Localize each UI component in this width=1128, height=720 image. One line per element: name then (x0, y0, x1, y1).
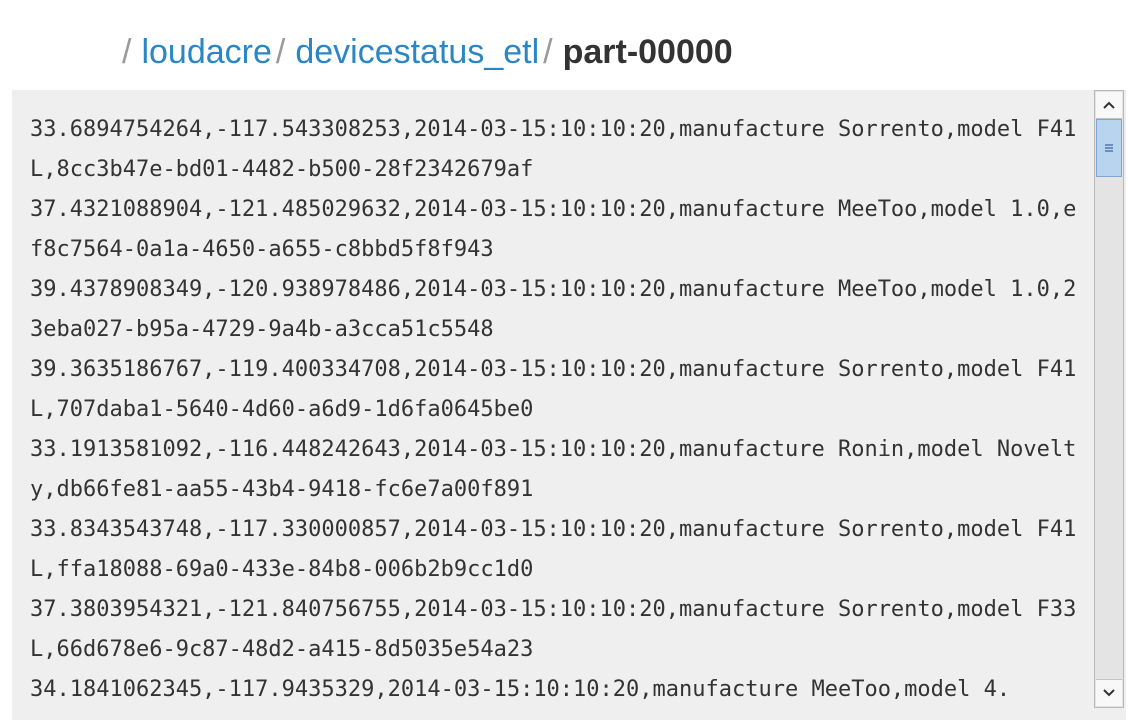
chevron-down-icon (1103, 689, 1115, 697)
breadcrumb-separator: / (275, 32, 286, 71)
chevron-up-icon (1103, 101, 1115, 109)
scroll-down-button[interactable] (1096, 679, 1122, 706)
file-content-viewer[interactable]: 33.6894754264,-117.543308253,2014-03-15:… (12, 90, 1126, 720)
grip-icon (1105, 144, 1113, 152)
scroll-thumb[interactable] (1096, 119, 1122, 177)
breadcrumb-link-devicestatus-etl[interactable]: devicestatus_etl (295, 33, 539, 72)
breadcrumb-current-file: part-00000 (562, 32, 733, 71)
breadcrumb-separator: / (543, 32, 553, 71)
file-content-text: 33.6894754264,-117.543308253,2014-03-15:… (30, 117, 1077, 702)
breadcrumb-link-loudacre[interactable]: loudacre (141, 33, 271, 72)
scroll-up-button[interactable] (1096, 92, 1122, 119)
vertical-scrollbar[interactable] (1094, 90, 1124, 708)
breadcrumb: / loudacre / devicestatus_etl / part-000… (118, 26, 733, 78)
breadcrumb-separator: / (122, 32, 132, 71)
file-viewer-page: / loudacre / devicestatus_etl / part-000… (0, 0, 1128, 720)
